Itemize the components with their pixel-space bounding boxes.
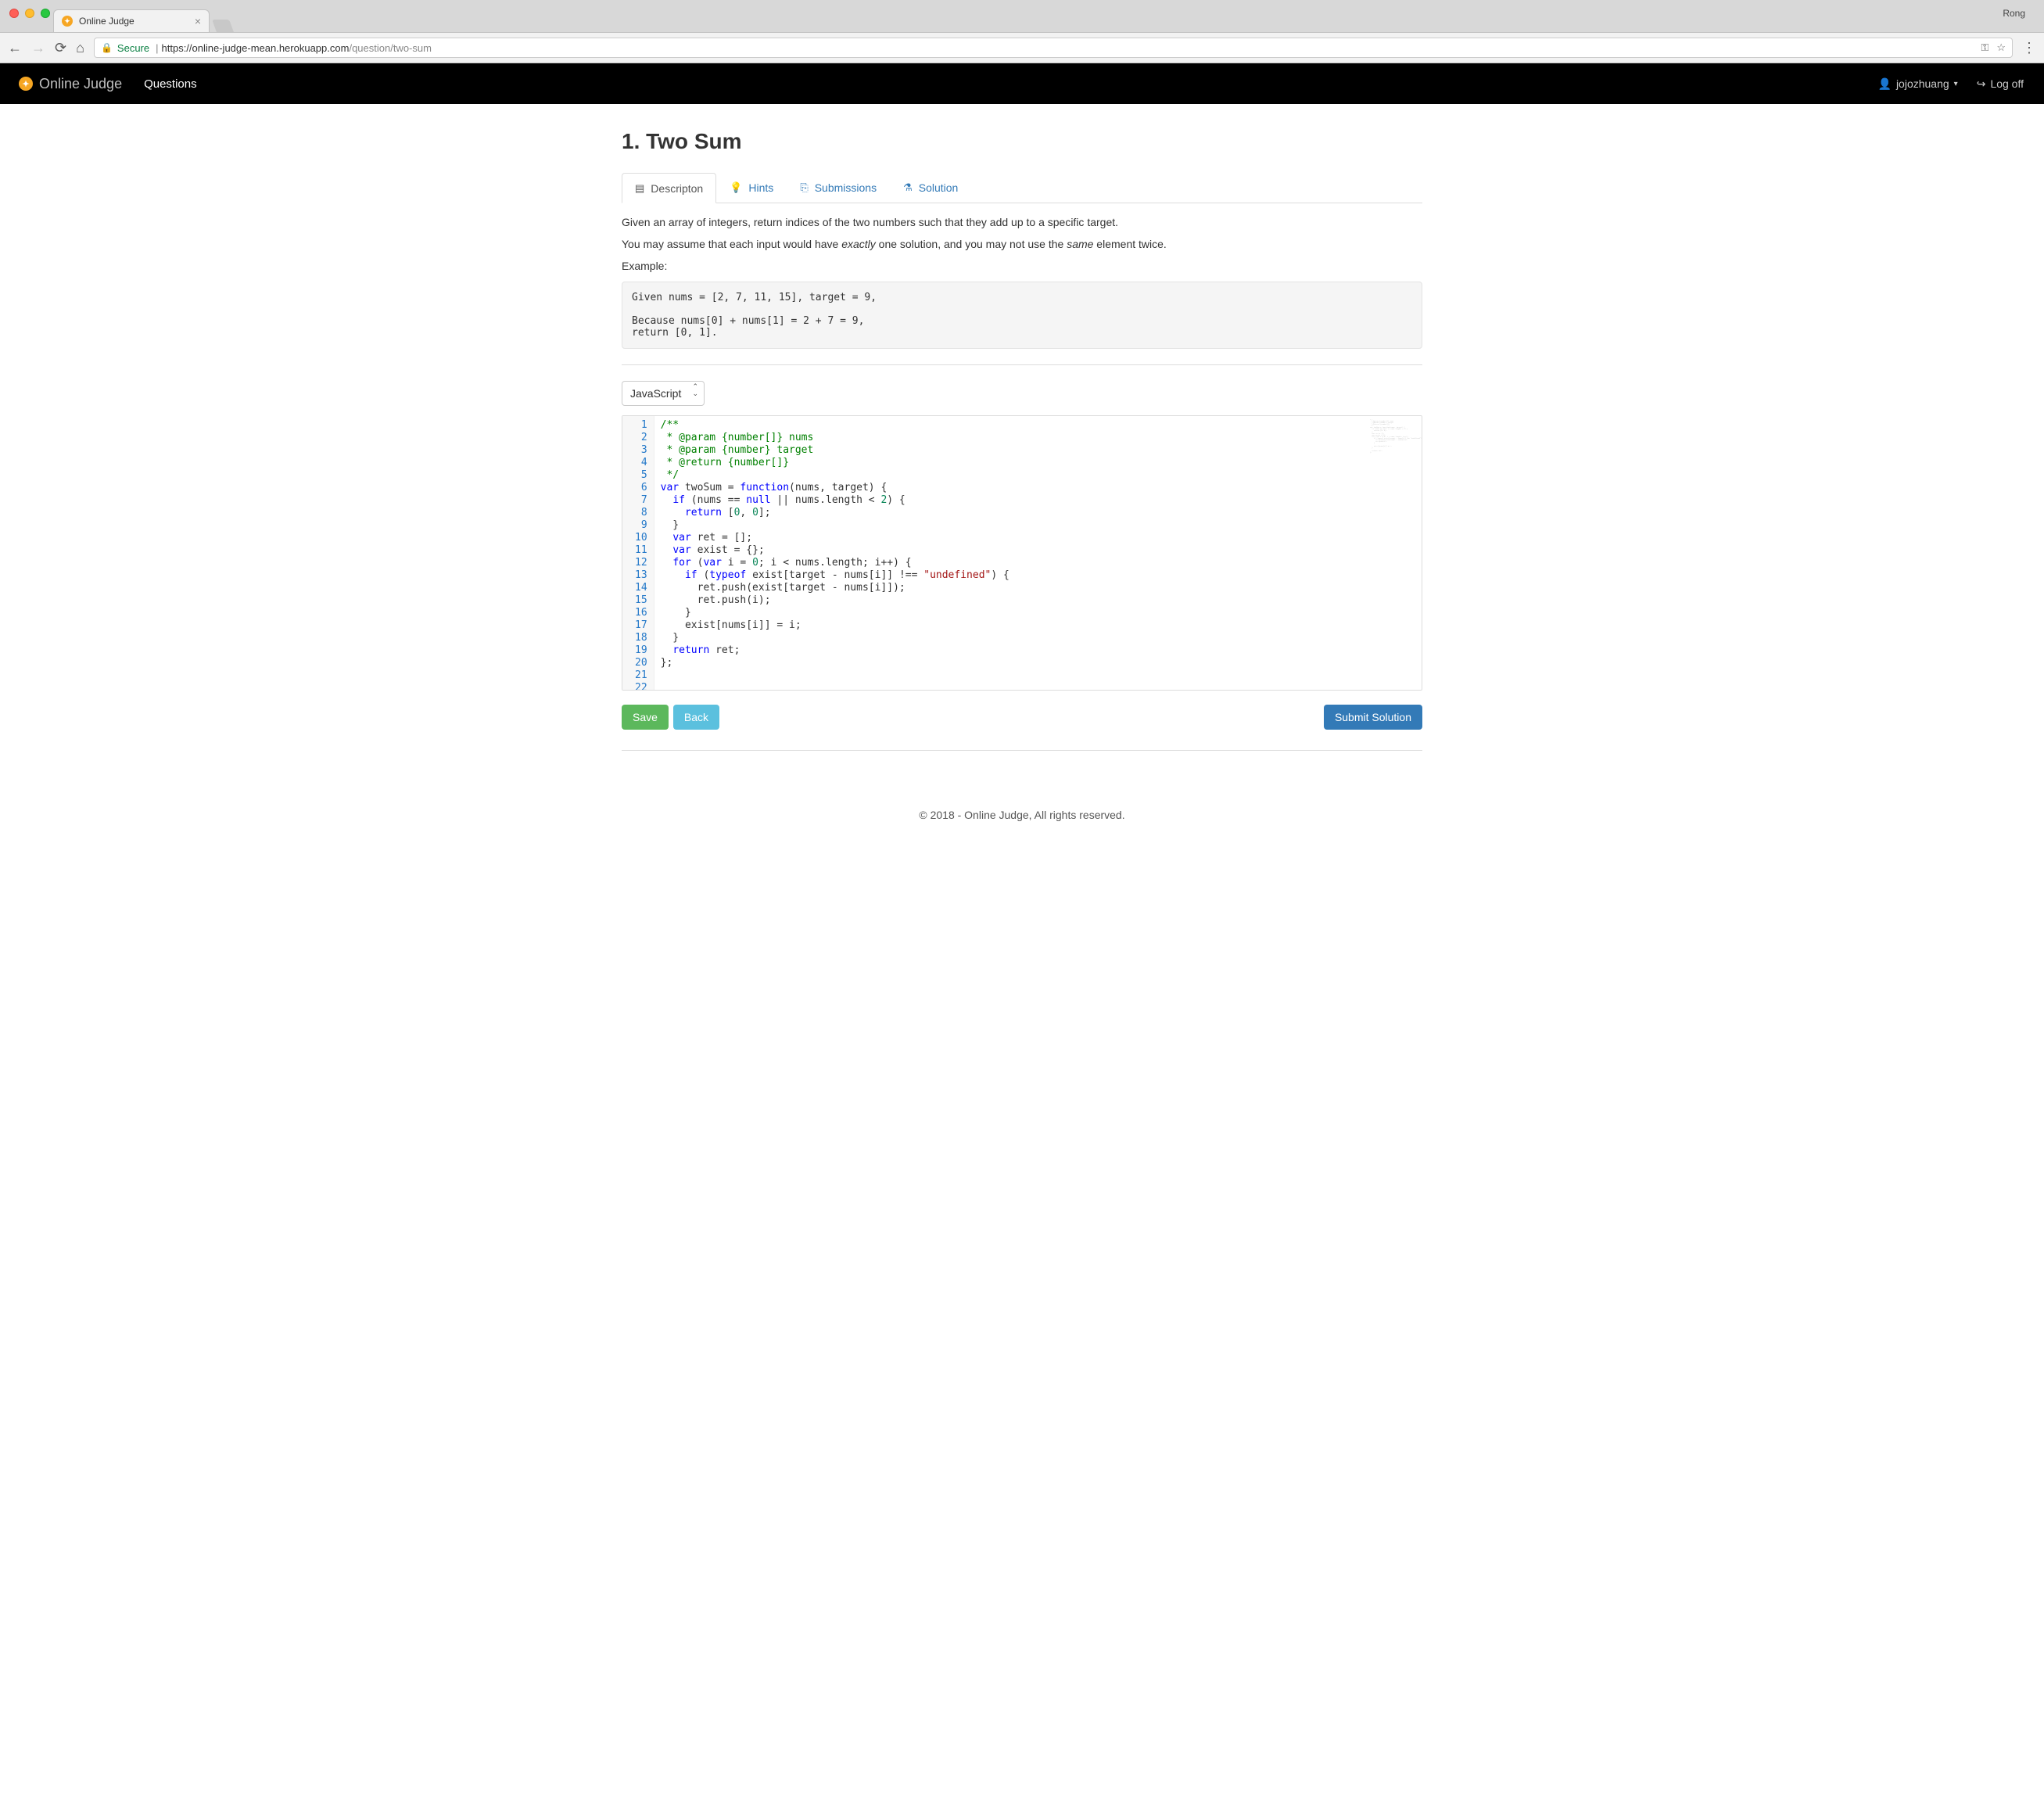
url-host: https://online-judge-mean.herokuapp.com [162, 42, 350, 54]
brand-logo-icon: ✦ [19, 77, 33, 91]
reload-icon[interactable]: ⟳ [55, 40, 66, 56]
example-code: Given nums = [2, 7, 11, 15], target = 9,… [622, 282, 1422, 349]
brand[interactable]: ✦ Online Judge [11, 76, 130, 92]
desc-p1: Given an array of integers, return indic… [622, 216, 1422, 228]
favicon-icon: ✦ [62, 16, 73, 27]
separator: | [156, 42, 158, 54]
editor-minimap[interactable]: /** * @param {number[]} nums * @param {n… [1370, 419, 1417, 454]
address-bar[interactable]: 🔒 Secure | https://online-judge-mean.her… [94, 38, 2013, 58]
save-button[interactable]: Save [622, 705, 669, 730]
footer: © 2018 - Online Judge, All rights reserv… [0, 766, 2044, 868]
tab-label: Descripton [651, 182, 703, 195]
browser-profile[interactable]: Rong [1993, 6, 2035, 20]
main-container: 1. Two Sum ▤ Descripton 💡 Hints ⎘ Submis… [622, 104, 1422, 751]
desc-p2: You may assume that each input would hav… [622, 238, 1422, 250]
tab-hints[interactable]: 💡 Hints [716, 173, 787, 203]
back-icon[interactable]: ← [8, 40, 22, 56]
nav-user-menu[interactable]: 👤 jojozhuang ▾ [1869, 77, 1967, 91]
submissions-icon: ⎘ [800, 181, 808, 194]
editor-gutter: 12345678910111213141516171819202122 [622, 416, 654, 690]
tab-title: Online Judge [79, 16, 134, 27]
new-tab-button[interactable] [212, 20, 234, 32]
browser-chrome: Rong ✦ Online Judge × ← → ⟳ ⌂ 🔒 Secure |… [0, 0, 2044, 63]
description-panel: Given an array of integers, return indic… [622, 216, 1422, 349]
secure-label: Secure [117, 42, 149, 54]
brand-text: Online Judge [39, 76, 122, 92]
tab-close-icon[interactable]: × [195, 15, 201, 27]
logoff-label: Log off [1990, 77, 2024, 90]
window-close-icon[interactable] [9, 9, 19, 18]
divider [622, 364, 1422, 365]
page-title: 1. Two Sum [622, 129, 1422, 154]
menu-icon[interactable]: ⋮ [2022, 40, 2036, 56]
description-icon: ▤ [635, 182, 644, 195]
footer-divider [622, 750, 1422, 751]
window-minimize-icon[interactable] [25, 9, 34, 18]
key-icon[interactable]: ⚿ [1981, 41, 1988, 54]
solution-icon: ⚗ [903, 181, 913, 194]
code-editor[interactable]: 12345678910111213141516171819202122 /** … [622, 415, 1422, 691]
back-button[interactable]: Back [673, 705, 719, 730]
submit-button[interactable]: Submit Solution [1324, 705, 1422, 730]
home-icon[interactable]: ⌂ [76, 40, 84, 56]
example-label: Example: [622, 260, 1422, 272]
browser-toolbar: ← → ⟳ ⌂ 🔒 Secure | https://online-judge-… [0, 32, 2044, 63]
forward-icon: → [31, 40, 45, 56]
hints-icon: 💡 [730, 181, 742, 194]
star-icon[interactable]: ☆ [1996, 41, 2006, 54]
language-select-wrap: JavaScript [622, 381, 705, 406]
app-navbar: ✦ Online Judge Questions 👤 jojozhuang ▾ … [0, 63, 2044, 104]
tab-label: Solution [919, 181, 959, 194]
editor-code[interactable]: /** * @param {number[]} nums * @param {n… [654, 416, 1422, 690]
lock-icon: 🔒 [101, 42, 113, 53]
tab-label: Submissions [815, 181, 877, 194]
user-name: jojozhuang [1896, 77, 1949, 90]
nav-questions[interactable]: Questions [130, 65, 211, 103]
browser-tab-active[interactable]: ✦ Online Judge × [53, 9, 210, 32]
button-row: Save Back Submit Solution [622, 705, 1422, 730]
nav-logoff[interactable]: ↪ Log off [1967, 77, 2033, 91]
language-select[interactable]: JavaScript [622, 381, 705, 406]
url-path: /question/two-sum [349, 42, 432, 54]
tab-submissions[interactable]: ⎘ Submissions [787, 173, 890, 203]
user-icon: 👤 [1878, 77, 1892, 91]
logoff-icon: ↪ [1977, 77, 1986, 91]
window-maximize-icon[interactable] [41, 9, 50, 18]
tab-solution[interactable]: ⚗ Solution [890, 173, 971, 203]
caret-down-icon: ▾ [1954, 80, 1958, 88]
content-tabs: ▤ Descripton 💡 Hints ⎘ Submissions ⚗ Sol… [622, 173, 1422, 203]
browser-tabs: ✦ Online Judge × [0, 9, 2044, 32]
tab-description[interactable]: ▤ Descripton [622, 173, 716, 203]
tab-label: Hints [748, 181, 773, 194]
